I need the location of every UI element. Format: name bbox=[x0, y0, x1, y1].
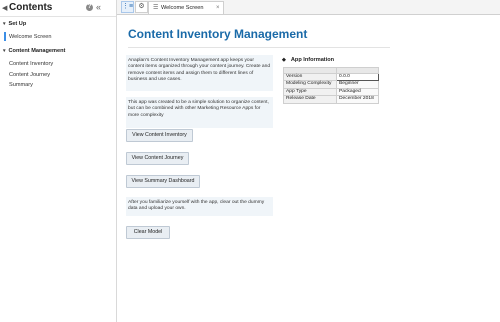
settings-button[interactable]: ⚙ bbox=[135, 1, 148, 13]
view-content-inventory-button[interactable]: View Content Inventory bbox=[126, 129, 193, 142]
app-info-table: Version 0.0.0 Modeling Complexity Beginn… bbox=[283, 67, 379, 104]
row-value[interactable]: Packaged bbox=[336, 87, 379, 97]
list-icon: ☰ bbox=[153, 5, 159, 11]
row-value[interactable]: December 2018 bbox=[336, 95, 379, 104]
row-key: Release Date bbox=[283, 95, 337, 104]
table-row: Release Date December 2018 bbox=[283, 95, 379, 104]
table-row: Version 0.0.0 bbox=[283, 72, 379, 82]
section-content-management[interactable]: ▾ Content Management bbox=[3, 48, 65, 54]
gear-icon: ⚙ bbox=[138, 3, 145, 10]
intro-text-2: This app was created to be a simple solu… bbox=[128, 100, 269, 118]
sidebar-title: Contents bbox=[9, 2, 53, 13]
row-key: Modeling Complexity bbox=[283, 80, 337, 89]
clear-model-button[interactable]: Clear Model bbox=[126, 226, 170, 239]
bullet-icon: ◆ bbox=[282, 57, 286, 63]
tab-label: Welcome Screen bbox=[161, 5, 204, 11]
sidebar-item-welcome-screen[interactable]: Welcome Screen bbox=[4, 32, 52, 41]
section-label: Set Up bbox=[8, 21, 27, 27]
row-key: App Type bbox=[283, 87, 337, 97]
contents-sidebar: ◀ Contents ? « ▾ Set Up Welcome Screen ▾ C… bbox=[0, 0, 117, 322]
sidebar-header: ◀ Contents ? « bbox=[0, 0, 116, 17]
chevron-down-icon: ▾ bbox=[3, 21, 6, 27]
page-title: Content Inventory Management bbox=[128, 27, 308, 41]
intro-panel: Anaplan's Content Inventory Management a… bbox=[126, 55, 273, 91]
section-set-up[interactable]: ▾ Set Up bbox=[3, 21, 26, 27]
table-row: Modeling Complexity Beginner bbox=[283, 80, 379, 89]
sidebar-item-summary[interactable]: Summary bbox=[9, 82, 33, 88]
tab-welcome-screen[interactable]: ☰ Welcome Screen × bbox=[148, 1, 224, 14]
table-row: App Type Packaged bbox=[283, 87, 379, 97]
help-icon[interactable]: ? bbox=[86, 4, 93, 11]
title-divider bbox=[128, 47, 390, 48]
row-value[interactable]: Beginner bbox=[336, 80, 379, 89]
tab-bar: ⋮≡ ⚙ ☰ Welcome Screen × bbox=[117, 0, 500, 15]
collapse-sidebar-icon[interactable]: « bbox=[96, 2, 101, 12]
row-key: Version bbox=[283, 72, 337, 82]
sidebar-item-content-inventory[interactable]: Content Inventory bbox=[9, 61, 53, 67]
hierarchy-icon: ⋮≡ bbox=[122, 3, 134, 10]
intro-panel-2: This app was created to be a simple solu… bbox=[126, 97, 273, 128]
app-info-title: App Information bbox=[290, 57, 335, 63]
row-value[interactable]: 0.0.0 bbox=[336, 72, 379, 82]
sidebar-item-content-journey[interactable]: Content Journey bbox=[9, 72, 50, 78]
collapse-triangle-icon[interactable]: ◀ bbox=[2, 4, 7, 12]
main-content: Content Inventory Management Anaplan's C… bbox=[117, 15, 500, 322]
familiarize-text: After you familiarize yourself with the … bbox=[128, 200, 265, 212]
section-label: Content Management bbox=[8, 48, 66, 54]
view-summary-dashboard-button[interactable]: View Summary Dashboard bbox=[126, 175, 200, 188]
intro-text: Anaplan's Content Inventory Management a… bbox=[128, 58, 271, 83]
view-content-journey-button[interactable]: View Content Journey bbox=[126, 152, 189, 165]
app-info-heading: ◆ App Information bbox=[282, 57, 334, 63]
contents-toggle-button[interactable]: ⋮≡ bbox=[121, 1, 134, 13]
familiarize-panel: After you familiarize yourself with the … bbox=[126, 197, 273, 216]
chevron-down-icon: ▾ bbox=[3, 48, 6, 54]
close-icon[interactable]: × bbox=[216, 2, 220, 14]
